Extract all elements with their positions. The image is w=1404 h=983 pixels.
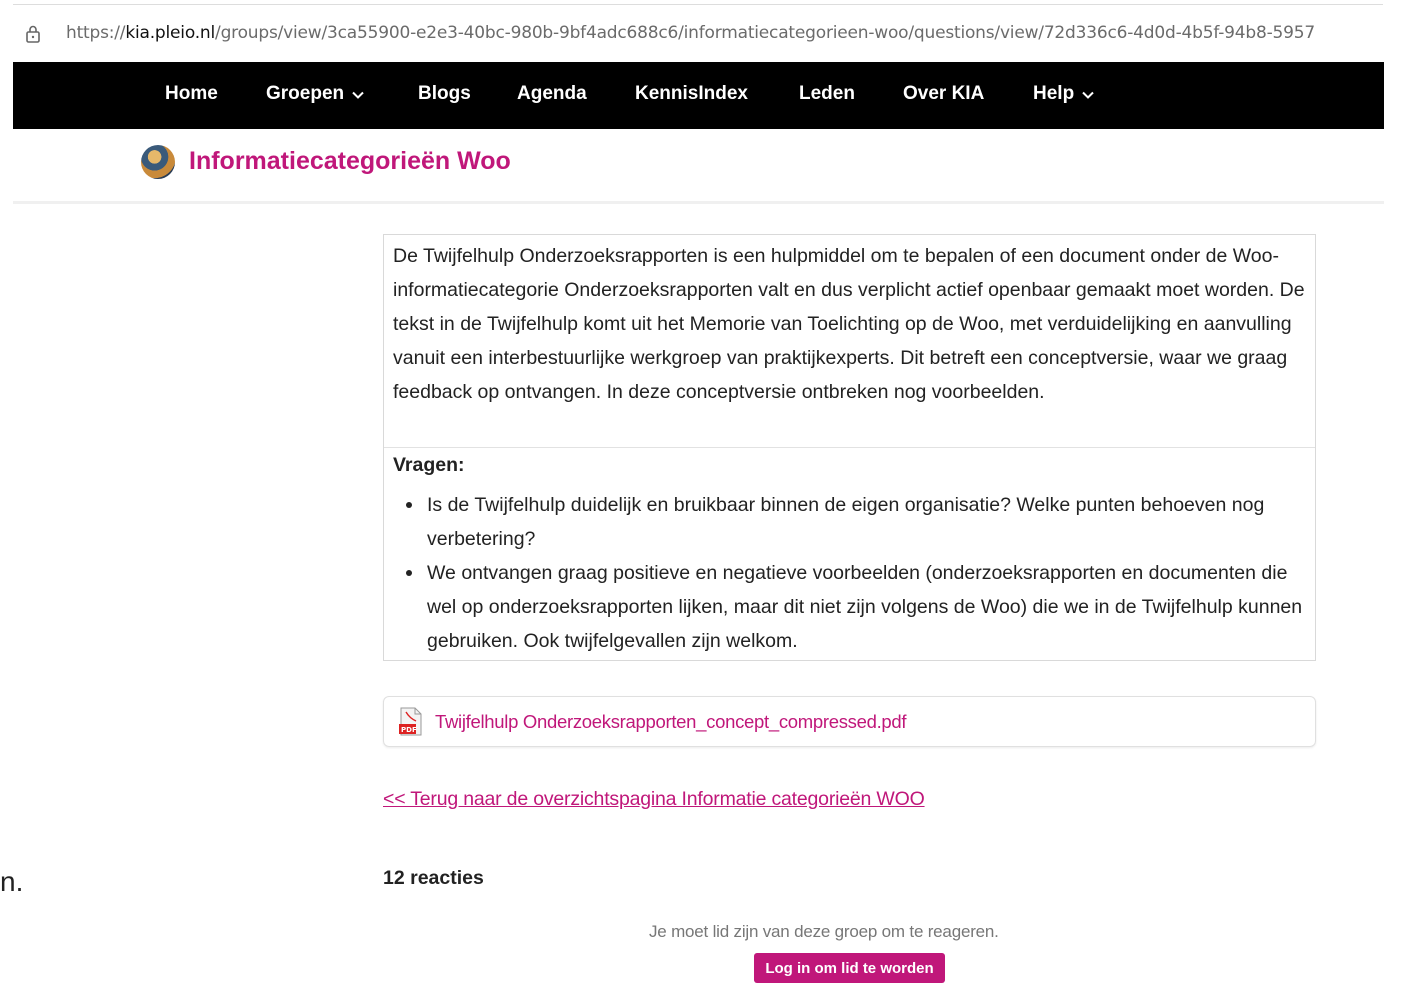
group-title[interactable]: Informatiecategorieën Woo <box>189 147 511 176</box>
clipped-text-fragment: n. <box>0 866 24 897</box>
attachment-card: PDF Twijfelhulp Onderzoeksrapporten_conc… <box>383 696 1316 747</box>
question-description: De Twijfelhulp Onderzoeksrapporten is ee… <box>383 234 1316 661</box>
group-header: Informatiecategorieën Woo <box>13 129 1384 204</box>
url-text[interactable]: https://kia.pleio.nl/groups/view/3ca5590… <box>66 23 1386 43</box>
intro-paragraph: De Twijfelhulp Onderzoeksrapporten is ee… <box>393 245 1305 403</box>
nav-item-home[interactable]: Home <box>165 83 218 105</box>
lock-icon[interactable] <box>25 24 41 48</box>
nav-item-label: Home <box>165 83 218 104</box>
group-avatar[interactable] <box>141 145 175 179</box>
nav-item-label: KennisIndex <box>635 83 748 104</box>
nav-item-label: Help <box>1033 83 1075 105</box>
nav-item-blogs[interactable]: Blogs <box>418 83 471 105</box>
questions-list: Is de Twijfelhulp duidelijk en bruikbaar… <box>406 488 1307 658</box>
questions-heading: Vragen: <box>393 454 465 476</box>
main-navbar: Home Groepen Blogs Agenda KennisIndex Le… <box>13 62 1384 129</box>
nav-item-label: Blogs <box>418 83 471 104</box>
svg-text:PDF: PDF <box>401 726 417 734</box>
divider <box>384 447 1315 448</box>
nav-item-help[interactable]: Help <box>1033 83 1094 105</box>
pdf-file-icon: PDF <box>398 707 424 741</box>
address-bar[interactable]: https://kia.pleio.nl/groups/view/3ca5590… <box>0 0 1404 64</box>
nav-item-label: Agenda <box>517 83 587 104</box>
nav-item-over-kia[interactable]: Over KIA <box>903 83 984 105</box>
nav-item-label: Groepen <box>266 83 345 105</box>
url-domain: kia.pleio.nl <box>125 23 216 43</box>
nav-item-kennisindex[interactable]: KennisIndex <box>635 83 748 105</box>
chevron-down-icon <box>352 83 364 105</box>
nav-item-label: Over KIA <box>903 83 985 104</box>
browser-top-border <box>13 4 1383 5</box>
chevron-down-icon <box>1082 83 1094 105</box>
login-join-button[interactable]: Log in om lid te worden <box>754 953 945 983</box>
url-path: /groups/view/3ca55900-e2e3-40bc-980b-9bf… <box>215 23 1315 43</box>
comments-count: 12 reacties <box>383 867 484 889</box>
back-to-overview-link[interactable]: << Terug naar de overzichtspagina Inform… <box>383 788 925 811</box>
attachment-link[interactable]: Twijfelhulp Onderzoeksrapporten_concept_… <box>435 711 907 733</box>
membership-note: Je moet lid zijn van deze groep om te re… <box>649 922 999 941</box>
nav-item-leden[interactable]: Leden <box>799 83 855 105</box>
list-item: We ontvangen graag positieve en negatiev… <box>406 556 1307 658</box>
nav-item-groepen[interactable]: Groepen <box>266 83 364 105</box>
list-item: Is de Twijfelhulp duidelijk en bruikbaar… <box>406 488 1307 556</box>
nav-item-label: Leden <box>799 83 855 104</box>
url-prefix: https:// <box>66 23 126 43</box>
nav-item-agenda[interactable]: Agenda <box>517 83 587 105</box>
